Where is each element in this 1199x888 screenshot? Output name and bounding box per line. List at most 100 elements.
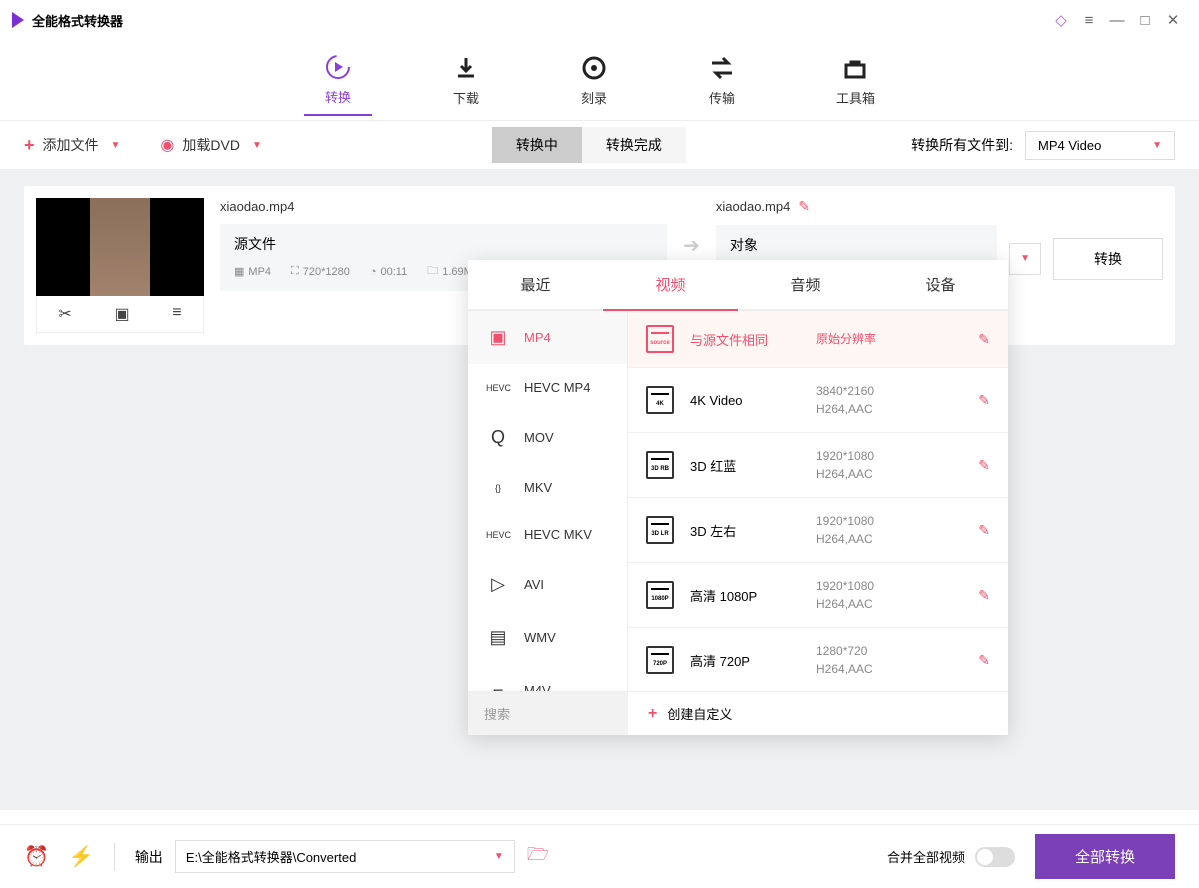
format-option[interactable]: ⌐M4V [468,664,627,691]
effects-icon[interactable]: ≡ [172,304,181,324]
load-dvd-label: 加载DVD [182,135,240,155]
preset-name: 3D 红蓝 [690,456,800,475]
output-path-field[interactable]: E:\全能格式转换器\Converted ▼ [175,840,515,873]
app-logo-icon [12,12,24,28]
format-label: MKV [524,480,552,495]
picker-tab-video[interactable]: 视频 [603,260,738,311]
format-label: M4V [524,683,551,691]
preset-option[interactable]: 3D RB 3D 红蓝 1920*1080H264,AAC ✎ [628,433,1008,498]
add-file-button[interactable]: + 添加文件 ▼ [24,135,120,156]
preset-name: 4K Video [690,393,800,408]
nav-burn-label: 刻录 [581,88,607,107]
format-option[interactable]: Q MOV [468,411,627,464]
tab-done[interactable]: 转换完成 [582,127,686,163]
preset-icon: 3D RB [646,451,674,479]
preset-option[interactable]: 720P高清 720P1280*720H264,AAC✎ [628,628,1008,691]
preset-meta: 1280*720H264,AAC [816,642,962,678]
transfer-icon [708,54,736,82]
format-label: HEVC MP4 [524,380,590,395]
plus-icon: + [648,705,657,723]
preset-option[interactable]: source与源文件相同原始分辨率✎ [628,311,1008,368]
target-filename: xiaodao.mp4 [716,199,790,214]
nav-burn[interactable]: 刻录 [560,46,628,115]
preset-edit-icon[interactable]: ✎ [978,587,990,604]
format-icon: ▣ [486,327,510,348]
preset-name: 高清 720P [690,651,800,670]
close-button[interactable]: ✕ [1159,6,1187,34]
source-label: 源文件 [234,234,653,254]
preset-edit-icon[interactable]: ✎ [978,522,990,539]
convert-all-to-label: 转换所有文件到: [911,135,1013,155]
format-option[interactable]: ▣ MP4 [468,311,627,364]
format-option[interactable]: ▷ AVI [468,558,627,611]
toolbox-icon [841,54,869,82]
format-icon: ▤ [486,627,510,648]
edit-filename-icon[interactable]: ✎ [798,198,810,215]
preset-edit-icon[interactable]: ✎ [978,331,990,348]
nav-toolbox[interactable]: 工具箱 [816,46,895,115]
output-format-value: MP4 Video [1038,138,1101,153]
nav-convert[interactable]: 转换 [304,45,372,116]
preset-edit-icon[interactable]: ✎ [978,652,990,669]
preset-option[interactable]: 3D LR3D 左右1920*1080H264,AAC✎ [628,498,1008,563]
crop-icon[interactable]: ▣ [114,304,129,324]
burn-icon [580,54,608,82]
format-icon: Q [486,427,510,448]
format-option[interactable]: ▤WMV [468,611,627,664]
picker-tab-recent[interactable]: 最近 [468,260,603,309]
format-icon: ▷ [486,574,510,595]
download-icon [452,54,480,82]
preset-icon: 1080P [646,581,674,609]
source-filename: xiaodao.mp4 [220,199,667,214]
cut-icon[interactable]: ✂ [58,304,71,324]
picker-tab-device[interactable]: 设备 [873,260,1008,309]
preset-name: 高清 1080P [690,586,800,605]
source-format: ▦ MP4 [234,265,271,278]
tab-converting[interactable]: 转换中 [492,127,582,163]
merge-toggle[interactable] [975,847,1015,867]
preset-meta: 1920*1080H264,AAC [816,447,962,483]
nav-transfer[interactable]: 传输 [688,46,756,115]
convert-all-button[interactable]: 全部转换 [1035,834,1175,879]
format-option[interactable]: HEVCHEVC MP4 [468,364,627,411]
user-icon[interactable]: ◇ [1047,6,1075,34]
add-file-label: 添加文件 [43,135,99,155]
preset-edit-icon[interactable]: ✎ [978,457,990,474]
preset-meta: 1920*1080H264,AAC [816,512,962,548]
format-search-input[interactable]: 搜索 [468,692,628,735]
create-custom-label: 创建自定义 [667,704,732,723]
preset-option[interactable]: 1080P高清 1080P1920*1080H264,AAC✎ [628,563,1008,628]
preset-icon: 4K [646,386,674,414]
nav-convert-label: 转换 [325,87,351,106]
format-label: AVI [524,577,544,592]
video-thumbnail[interactable] [36,198,204,296]
plus-icon: + [24,135,35,156]
preset-option[interactable]: 4K4K Video3840*2160H264,AAC✎ [628,368,1008,433]
format-option[interactable]: HEVCHEVC MKV [468,511,627,558]
format-label: MOV [524,430,554,445]
open-folder-icon[interactable]: 🗁 [527,842,549,872]
maximize-button[interactable]: □ [1131,6,1159,34]
format-icon: HEVC [486,530,510,540]
format-picker-panel: 最近 视频 音频 设备 ▣MP4HEVCHEVC MP4QMOV{}MKVHEV… [468,260,1008,735]
merge-label: 合并全部视频 [887,847,965,866]
create-custom-button[interactable]: + 创建自定义 [628,692,1008,735]
format-label: MP4 [524,330,551,345]
load-dvd-button[interactable]: ◉ 加载DVD ▼ [160,135,261,155]
convert-button[interactable]: 转换 [1053,238,1163,280]
minimize-button[interactable]: — [1103,6,1131,34]
output-format-select[interactable]: MP4 Video ▼ [1025,131,1175,160]
preset-icon: source [646,325,674,353]
gpu-icon[interactable]: ⚡ [69,844,94,869]
schedule-icon[interactable]: ⏰ [24,844,49,869]
preset-name: 3D 左右 [690,521,800,540]
format-option[interactable]: {}MKV [468,464,627,511]
target-format-dropdown[interactable]: ▼ [1009,243,1041,275]
nav-download-label: 下载 [453,88,479,107]
preset-edit-icon[interactable]: ✎ [978,392,990,409]
output-path-value: E:\全能格式转换器\Converted [186,847,357,866]
dvd-icon: ◉ [160,135,174,155]
nav-download[interactable]: 下载 [432,46,500,115]
menu-icon[interactable]: ≡ [1075,6,1103,34]
picker-tab-audio[interactable]: 音频 [738,260,873,309]
